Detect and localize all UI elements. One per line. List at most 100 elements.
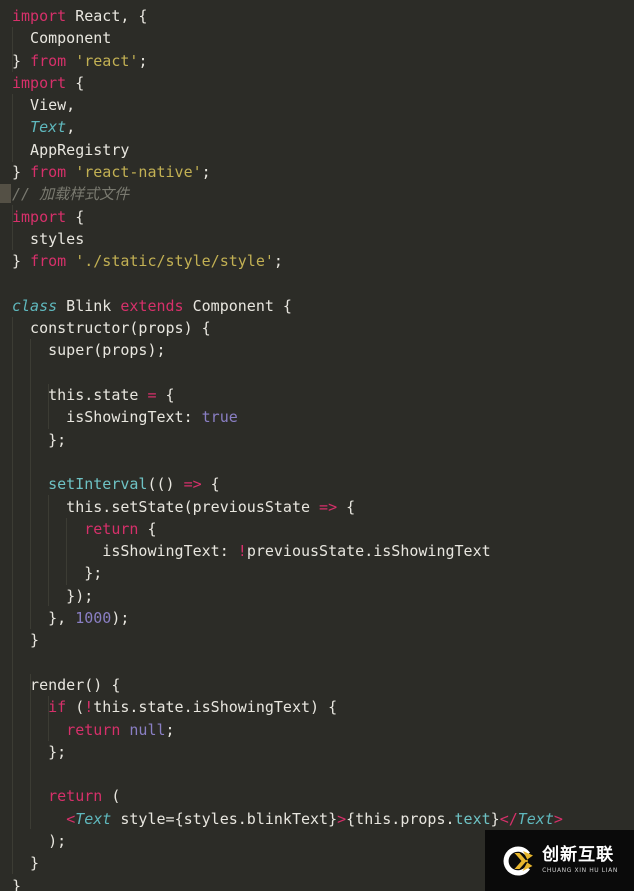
code-line[interactable]: import { <box>0 206 634 228</box>
code-line[interactable] <box>0 652 634 674</box>
code-token: from <box>30 163 67 182</box>
code-line[interactable]: setInterval(() => { <box>0 473 634 495</box>
code-token: } <box>12 51 31 70</box>
code-token: return <box>84 519 139 538</box>
code-line[interactable]: } from './static/style/style'; <box>0 250 634 272</box>
code-line[interactable]: Component <box>0 27 634 49</box>
code-text-area[interactable]: import React, { Component} from 'react';… <box>0 0 634 891</box>
code-token: ; <box>138 51 148 70</box>
code-token: ( <box>66 698 85 717</box>
code-line[interactable]: styles <box>0 228 634 250</box>
fold-marker-icon[interactable] <box>0 184 11 204</box>
code-line[interactable]: // 加载样式文件 <box>0 183 634 205</box>
code-line[interactable]: <Text style={styles.blinkText}>{this.pro… <box>0 808 634 830</box>
code-line[interactable]: AppRegistry <box>0 139 634 161</box>
code-token: true <box>201 408 238 427</box>
code-token: super(props); <box>12 341 166 360</box>
code-line[interactable]: return null; <box>0 719 634 741</box>
code-token: if <box>48 698 67 717</box>
code-line[interactable]: }, 1000); <box>0 607 634 629</box>
code-line[interactable]: } <box>0 629 634 651</box>
code-line[interactable]: }; <box>0 562 634 584</box>
code-token: Text <box>75 809 112 828</box>
code-line[interactable]: return { <box>0 518 634 540</box>
code-token: ; <box>273 252 283 271</box>
code-token: this.state.isShowingText) { <box>93 698 338 717</box>
code-token: { <box>156 386 175 405</box>
code-token: , <box>66 118 76 137</box>
code-editor[interactable]: import React, { Component} from 'react';… <box>0 0 634 891</box>
code-line[interactable]: if (!this.state.isShowingText) { <box>0 696 634 718</box>
code-token: > <box>553 809 563 828</box>
code-token: extends <box>120 296 184 315</box>
code-line[interactable]: this.state = { <box>0 384 634 406</box>
code-line[interactable]: import React, { <box>0 5 634 27</box>
code-line[interactable]: }; <box>0 429 634 451</box>
code-token: setInterval <box>48 475 148 494</box>
code-token: }); <box>12 586 94 605</box>
code-line[interactable] <box>0 763 634 785</box>
code-line[interactable]: isShowingText: !previousState.isShowingT… <box>0 540 634 562</box>
code-line[interactable]: class Blink extends Component { <box>0 295 634 317</box>
code-token: { <box>138 519 157 538</box>
code-token: { <box>337 497 356 516</box>
code-token: constructor(props) { <box>12 319 211 338</box>
code-token: render() { <box>12 675 121 694</box>
code-token: styles <box>12 229 85 248</box>
code-token: Text <box>30 118 67 137</box>
code-line[interactable]: }; <box>0 741 634 763</box>
code-line[interactable]: super(props); <box>0 339 634 361</box>
code-line[interactable]: render() { <box>0 674 634 696</box>
code-line[interactable]: }); <box>0 585 634 607</box>
code-token: => <box>183 475 202 494</box>
code-line[interactable]: } from 'react-native'; <box>0 161 634 183</box>
code-line[interactable]: } from 'react'; <box>0 50 634 72</box>
code-token: this.state <box>12 386 148 405</box>
code-line[interactable]: import { <box>0 72 634 94</box>
code-token: }; <box>12 742 67 761</box>
code-token: return <box>48 787 103 806</box>
code-token: from <box>30 252 67 271</box>
code-token: => <box>319 497 338 516</box>
code-line[interactable]: return ( <box>0 785 634 807</box>
code-line[interactable]: constructor(props) { <box>0 317 634 339</box>
code-token: class <box>12 296 58 315</box>
c-x-logo-icon <box>501 844 535 878</box>
code-token: 'react-native' <box>75 163 202 182</box>
code-line[interactable]: this.setState(previousState => { <box>0 496 634 518</box>
code-line[interactable] <box>0 362 634 384</box>
code-token: = <box>147 386 157 405</box>
code-token: React, { <box>66 7 148 25</box>
code-line[interactable] <box>0 451 634 473</box>
code-token: return <box>66 720 121 739</box>
code-token: ); <box>12 831 67 850</box>
code-token: > <box>337 809 347 828</box>
code-token: } <box>12 854 40 873</box>
watermark-pinyin-label: CHUANG XIN HU LIAN <box>542 867 618 874</box>
code-token: }; <box>12 430 67 449</box>
code-line[interactable] <box>0 273 634 295</box>
code-token: this.setState(previousState <box>12 497 320 516</box>
code-token: ; <box>201 163 211 182</box>
code-token: {this.props. <box>346 809 455 828</box>
code-token: 'react' <box>75 51 139 70</box>
watermark-text-block: 创新互联 CHUANG XIN HU LIAN <box>542 847 618 874</box>
code-token: (() <box>147 475 184 494</box>
code-line[interactable]: Text, <box>0 116 634 138</box>
code-token: style= <box>111 809 175 828</box>
code-token: } <box>12 631 40 650</box>
code-token: import <box>12 207 67 226</box>
code-line[interactable]: isShowingText: true <box>0 406 634 428</box>
code-token: View, <box>12 96 76 115</box>
code-token: isShowingText: <box>12 542 238 561</box>
code-token: { <box>201 475 220 494</box>
code-token: ); <box>111 609 130 628</box>
code-line[interactable]: View, <box>0 94 634 116</box>
code-token: null <box>129 720 166 739</box>
code-token: './static/style/style' <box>75 252 274 271</box>
